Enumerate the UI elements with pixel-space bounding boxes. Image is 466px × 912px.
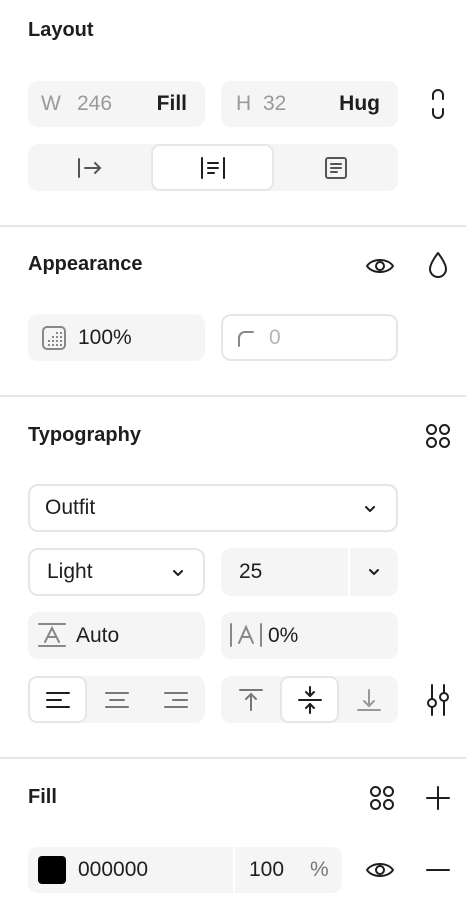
vertical-align-center-icon	[297, 685, 323, 714]
line-height-value[interactable]: Auto	[76, 624, 119, 648]
text-align-right-button[interactable]	[146, 676, 205, 723]
vertical-align-segmented-control	[221, 676, 398, 723]
font-weight-value: Light	[47, 560, 93, 583]
align-start-icon	[77, 157, 103, 179]
opacity-value[interactable]: 100%	[78, 326, 132, 350]
sliders-icon[interactable]	[424, 682, 452, 718]
letter-spacing-field[interactable]: 0%	[221, 612, 398, 659]
align-text-icon	[324, 156, 348, 180]
vertical-align-bottom-button[interactable]	[339, 676, 398, 723]
height-prefix-label: H	[236, 92, 252, 115]
corner-radius-icon	[237, 330, 255, 348]
fill-color-field[interactable]: 000000 100 %	[28, 847, 342, 893]
color-swatch[interactable]	[38, 856, 66, 884]
text-align-segmented-control	[28, 676, 205, 723]
text-align-left-button[interactable]	[28, 676, 87, 723]
vertical-align-top-button[interactable]	[221, 676, 280, 723]
typography-section-title: Typography	[28, 424, 141, 446]
grid-dots-icon[interactable]	[424, 422, 452, 450]
chevron-down-icon	[364, 505, 376, 513]
eye-icon[interactable]	[364, 252, 396, 280]
appearance-section-title: Appearance	[28, 253, 143, 275]
text-align-left-icon	[45, 691, 71, 709]
section-divider	[0, 225, 466, 227]
align-start-button[interactable]	[28, 144, 151, 191]
eye-icon[interactable]	[364, 856, 396, 884]
height-mode-dropdown[interactable]: Hug	[339, 92, 380, 116]
text-align-center-icon	[104, 691, 130, 709]
letter-spacing-icon	[229, 623, 263, 647]
align-center-icon	[200, 156, 226, 180]
font-size-field[interactable]: 25	[221, 548, 398, 596]
align-center-button[interactable]	[151, 144, 274, 191]
line-height-icon	[38, 622, 66, 648]
fill-color-hex[interactable]: 000000	[78, 858, 148, 882]
width-mode-dropdown[interactable]: Fill	[157, 92, 187, 116]
font-weight-select[interactable]: Light	[28, 548, 205, 596]
chevron-down-icon	[172, 569, 184, 577]
alignment-segmented-control	[28, 144, 398, 191]
width-value[interactable]: 246	[77, 92, 112, 116]
link-chain-icon[interactable]	[424, 86, 452, 122]
fill-opacity-unit: %	[310, 858, 329, 881]
height-value[interactable]: 32	[263, 92, 286, 116]
layout-section-title: Layout	[28, 19, 94, 41]
fill-opacity-value[interactable]: 100	[249, 858, 284, 882]
vertical-align-center-button[interactable]	[280, 676, 339, 723]
fill-section-title: Fill	[28, 786, 57, 808]
droplet-icon[interactable]	[424, 248, 452, 282]
plus-icon[interactable]	[424, 784, 452, 812]
field-separator	[233, 847, 235, 893]
minus-icon[interactable]	[424, 856, 452, 884]
opacity-grid-icon	[42, 326, 66, 350]
section-divider	[0, 757, 466, 759]
text-align-center-button[interactable]	[87, 676, 146, 723]
font-family-value: Outfit	[45, 496, 96, 519]
vertical-align-top-icon	[238, 688, 264, 712]
width-prefix-label: W	[41, 92, 61, 115]
font-family-select[interactable]: Outfit	[28, 484, 398, 532]
height-field[interactable]: H 32 Hug	[221, 81, 398, 127]
vertical-align-bottom-icon	[356, 688, 382, 712]
font-size-value[interactable]: 25	[239, 560, 262, 584]
font-size-dropdown[interactable]	[368, 568, 380, 576]
opacity-field[interactable]: 100%	[28, 314, 205, 361]
chevron-down-icon	[368, 568, 380, 576]
text-align-right-icon	[163, 691, 189, 709]
align-text-button[interactable]	[274, 144, 398, 191]
section-divider	[0, 395, 466, 397]
grid-dots-icon[interactable]	[368, 784, 396, 812]
letter-spacing-value[interactable]: 0%	[268, 624, 298, 648]
corner-radius-placeholder: 0	[269, 325, 281, 349]
line-height-field[interactable]: Auto	[28, 612, 205, 659]
field-separator	[348, 548, 350, 596]
width-field[interactable]: W 246 Fill	[28, 81, 205, 127]
corner-radius-field[interactable]: 0	[221, 314, 398, 361]
